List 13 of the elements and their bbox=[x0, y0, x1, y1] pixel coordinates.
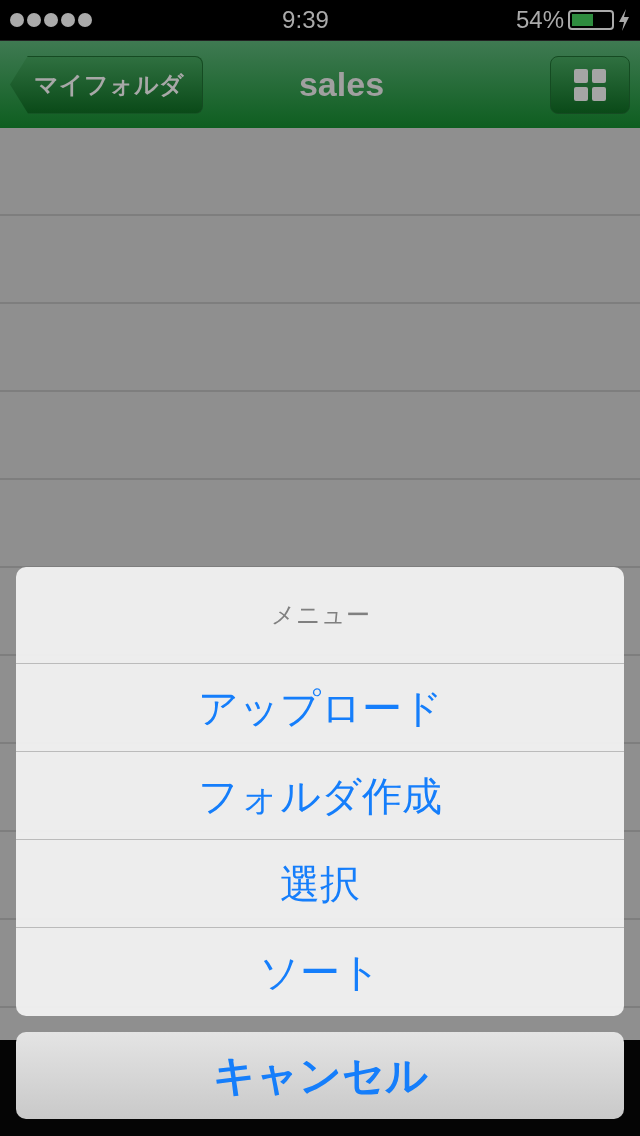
grid-view-button[interactable] bbox=[550, 55, 630, 114]
menu-title: メニュー bbox=[16, 567, 624, 664]
clock-time: 9:39 bbox=[282, 5, 329, 35]
nav-title: sales bbox=[298, 65, 385, 103]
menu-item[interactable]: アップロード bbox=[16, 664, 624, 752]
menu-item[interactable]: 選択 bbox=[16, 840, 624, 928]
battery-percent: 54% bbox=[515, 5, 564, 35]
back-button[interactable]: マイフォルダ bbox=[10, 55, 203, 114]
menu-item[interactable]: フォルダ作成 bbox=[16, 752, 624, 840]
menu-item[interactable]: ソート bbox=[16, 928, 624, 1016]
cancel-button[interactable]: キャンセル bbox=[16, 1032, 624, 1119]
battery-icon bbox=[568, 10, 614, 30]
grid-icon bbox=[574, 68, 606, 101]
